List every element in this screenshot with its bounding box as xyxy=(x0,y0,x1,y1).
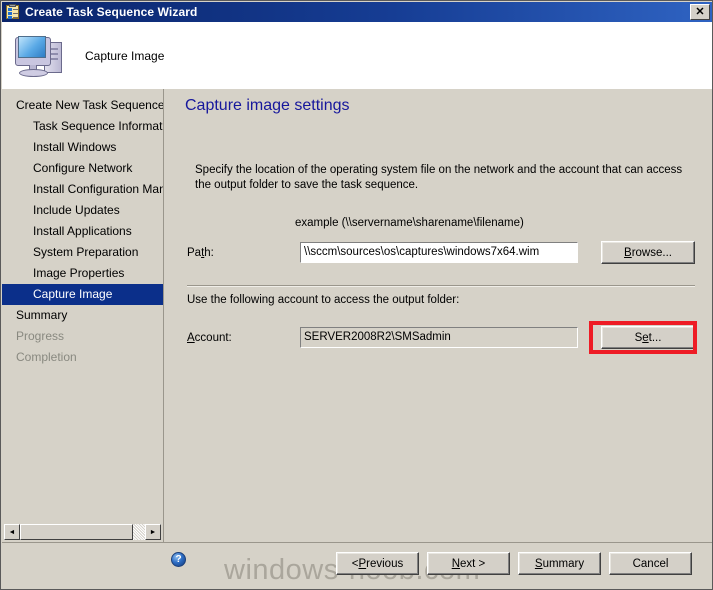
wizard-header: Capture Image xyxy=(2,22,712,89)
summary-button[interactable]: Summary xyxy=(518,552,601,575)
browse-button[interactable]: Browse... xyxy=(601,241,695,264)
sidebar-item-progress: Progress xyxy=(16,329,65,343)
browse-label-post: rowse... xyxy=(631,246,672,259)
account-label-post: ccount: xyxy=(194,331,232,344)
scroll-left-icon[interactable]: ◄ xyxy=(4,524,20,540)
scroll-right-icon[interactable]: ► xyxy=(145,524,161,540)
page-title: Capture image settings xyxy=(185,97,350,114)
previous-button[interactable]: < Previous xyxy=(336,552,419,575)
wizard-footer: ? windows-noob.com < Previous Next > Sum… xyxy=(2,542,712,589)
next-label-accel: N xyxy=(451,557,461,570)
sidebar-item-capture-image[interactable]: Capture Image xyxy=(2,284,163,305)
account-label-accel: A xyxy=(187,331,195,344)
previous-label-pre: < xyxy=(351,557,359,570)
account-label: Account: xyxy=(187,332,300,344)
sidebar-item-create-new-task-sequence[interactable]: Create New Task Sequence xyxy=(2,95,163,116)
next-button[interactable]: Next > xyxy=(427,552,510,575)
sidebar-item-task-sequence-information[interactable]: Task Sequence Information xyxy=(2,116,163,137)
sidebar-item-system-preparation[interactable]: System Preparation xyxy=(2,242,163,263)
wizard-main-panel: Capture image settings Specify the locat… xyxy=(169,89,712,542)
sidebar-item-configure-network[interactable]: Configure Network xyxy=(2,158,163,179)
sidebar-item-summary[interactable]: Summary xyxy=(2,305,163,326)
previous-label-post: revious xyxy=(366,557,404,570)
previous-label-accel: P xyxy=(358,557,367,570)
cancel-button[interactable]: Cancel xyxy=(609,552,692,575)
computer-icon xyxy=(14,33,66,79)
scrollbar-track[interactable] xyxy=(20,524,145,540)
path-field-row: Path: \\sccm\sources\os\captures\windows… xyxy=(187,241,695,264)
sidebar-horizontal-scrollbar[interactable]: ◄ ► xyxy=(4,524,161,540)
sidebar-item-image-properties[interactable]: Image Properties xyxy=(2,263,163,284)
close-icon[interactable]: ✕ xyxy=(690,4,710,20)
title-bar: Create Task Sequence Wizard ✕ xyxy=(2,2,712,22)
window-title: Create Task Sequence Wizard xyxy=(25,5,198,19)
path-label-pre: Pa xyxy=(187,246,202,259)
next-label-post: ext > xyxy=(460,557,486,570)
section-divider xyxy=(187,285,695,287)
set-button-highlight-annotation xyxy=(589,321,697,354)
path-label-post: h: xyxy=(204,246,214,259)
cancel-label-pre: Cancel xyxy=(632,557,669,570)
sidebar-item-completion: Completion xyxy=(16,350,77,364)
header-title: Capture Image xyxy=(85,48,165,63)
summary-label-post: ummary xyxy=(542,557,585,570)
sidebar-item-install-configuration-manag[interactable]: Install Configuration Manag xyxy=(2,179,163,200)
account-caption: Use the following account to access the … xyxy=(187,294,460,306)
help-question-icon[interactable]: ? xyxy=(171,552,186,567)
path-example-text: example (\\servername\sharename\filename… xyxy=(295,217,524,229)
account-input[interactable]: SERVER2008R2\SMSadmin xyxy=(299,326,579,349)
browse-label-accel: B xyxy=(624,246,632,259)
path-input[interactable]: \\sccm\sources\os\captures\windows7x64.w… xyxy=(299,241,579,264)
sidebar-item-install-windows[interactable]: Install Windows xyxy=(2,137,163,158)
create-task-sequence-wizard-window: Create Task Sequence Wizard ✕ Capture Im… xyxy=(0,0,713,590)
summary-label-accel: S xyxy=(534,557,543,570)
wizard-step-list: Create New Task Sequence Task Sequence In… xyxy=(2,95,163,368)
scrollbar-thumb[interactable] xyxy=(20,524,133,540)
wizard-body: Create New Task Sequence Task Sequence In… xyxy=(2,89,712,542)
path-label: Path: xyxy=(187,247,300,259)
intro-text: Specify the location of the operating sy… xyxy=(195,164,683,191)
sidebar-item-install-applications[interactable]: Install Applications xyxy=(2,221,163,242)
task-sequence-clipboard-icon xyxy=(5,4,21,20)
sidebar-item-include-updates[interactable]: Include Updates xyxy=(2,200,163,221)
wizard-step-sidebar: Create New Task Sequence Task Sequence In… xyxy=(2,89,164,542)
